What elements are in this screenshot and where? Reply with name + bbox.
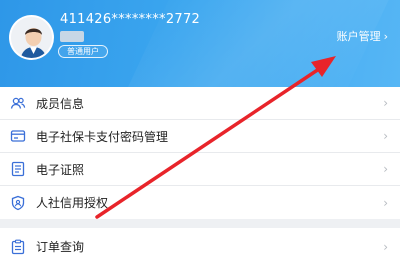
menu-item-label: 人社信用授权 (36, 196, 109, 210)
account-manage-link[interactable]: 账户管理 › (337, 28, 388, 44)
chevron-right-icon: › (383, 129, 388, 143)
chevron-right-icon: › (383, 162, 388, 176)
profile-header: 411426********2772 普通用户 账户管理 › (0, 0, 400, 87)
menu-item-label: 电子社保卡支付密码管理 (36, 129, 169, 144)
certificate-icon (10, 161, 26, 177)
clipboard-icon (10, 239, 26, 255)
chevron-right-icon: › (383, 29, 388, 43)
chevron-right-icon: › (383, 96, 388, 110)
user-type-badge: 普通用户 (58, 45, 108, 58)
avatar[interactable] (9, 15, 54, 60)
menu-item-label: 电子证照 (36, 162, 85, 177)
chevron-right-icon: › (383, 195, 388, 210)
menu-item-card-password[interactable]: 电子社保卡支付密码管理 › (0, 120, 400, 153)
menu-item-credit-authorization[interactable]: 人社信用授权 › (0, 186, 400, 219)
members-icon (10, 95, 26, 111)
chevron-right-icon: › (383, 239, 388, 254)
menu-item-label: 成员信息 (36, 96, 85, 111)
card-password-icon (10, 128, 26, 144)
menu-list: 成员信息 › 电子社保卡支付密码管理 › 电子证照 › 人社信用授权 › (0, 87, 400, 219)
menu-item-certificate[interactable]: 电子证照 › (0, 153, 400, 186)
menu-item-label: 订单查询 (36, 240, 85, 254)
menu-item-order-query[interactable]: 订单查询 › (0, 228, 400, 265)
menu-item-members[interactable]: 成员信息 › (0, 87, 400, 120)
account-manage-label: 账户管理 (336, 30, 381, 43)
account-id: 411426********2772 (60, 12, 201, 27)
user-name-redacted (60, 31, 84, 42)
avatar-person-icon (11, 17, 52, 58)
credit-shield-icon (10, 195, 26, 211)
